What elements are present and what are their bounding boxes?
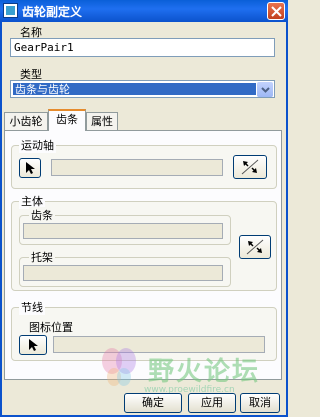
tab-properties[interactable]: 属性 xyxy=(86,112,118,131)
carrier-label: 托架 xyxy=(29,249,55,265)
apply-button[interactable]: 应用 xyxy=(188,393,236,413)
dropdown-arrow-button[interactable] xyxy=(257,82,273,97)
icon-position-select-button[interactable] xyxy=(19,335,47,355)
icon-position-label: 图标位置 xyxy=(29,321,73,334)
name-input[interactable]: GearPair1 xyxy=(10,38,275,57)
butterfly-logo-icon xyxy=(102,348,136,386)
carrier-field[interactable] xyxy=(23,265,223,281)
tab-pinion[interactable]: 小齿轮 xyxy=(4,112,48,131)
motion-axis-field[interactable] xyxy=(51,159,223,176)
cancel-button[interactable]: 取消 xyxy=(240,393,280,413)
ok-button[interactable]: 确定 xyxy=(124,393,182,413)
title-bar: 齿轮副定义 xyxy=(0,0,288,22)
cursor-arrow-icon xyxy=(26,162,35,174)
cursor-arrow-icon xyxy=(29,339,38,351)
type-select[interactable]: 齿条与齿轮 xyxy=(10,80,275,98)
tab-rack[interactable]: 齿条 xyxy=(48,109,86,131)
app-icon xyxy=(3,3,18,18)
body-flip-button[interactable] xyxy=(239,235,271,259)
motion-axis-flip-button[interactable] xyxy=(233,155,267,179)
motion-axis-title: 运动轴 xyxy=(19,137,56,153)
rack-field[interactable] xyxy=(23,223,223,239)
type-select-value: 齿条与齿轮 xyxy=(13,83,256,96)
watermark-logo: 野火论坛 www.proewildfire.cn xyxy=(100,345,280,395)
pitch-line-title: 节线 xyxy=(19,299,45,315)
flip-direction-icon xyxy=(241,159,259,175)
watermark-text: 野火论坛 xyxy=(148,357,261,387)
rack-label: 齿条 xyxy=(29,207,55,223)
flip-direction-icon xyxy=(246,239,264,255)
chevron-down-icon xyxy=(261,87,270,93)
window-title: 齿轮副定义 xyxy=(22,5,83,19)
close-icon xyxy=(271,6,282,17)
motion-axis-select-button[interactable] xyxy=(19,158,41,178)
close-button[interactable] xyxy=(267,2,285,20)
rack-tab-panel: 运动轴 主体 齿条 托架 节线 图标位置 xyxy=(4,130,282,380)
